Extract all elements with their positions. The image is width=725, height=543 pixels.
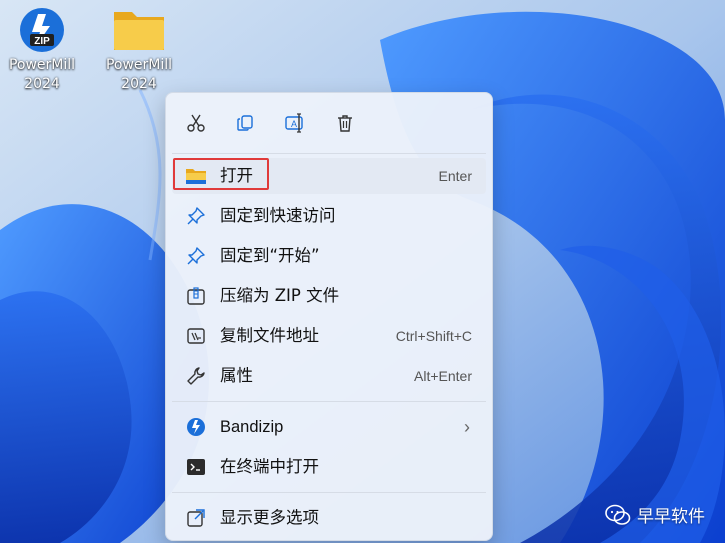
menu-item-shortcut: Ctrl+Shift+C [395,328,472,344]
menu-item-label: 压缩为 ZIP 文件 [220,286,340,305]
menu-item-shortcut: Alt+Enter [414,368,472,384]
svg-text:A: A [291,119,297,129]
desktop-icon-powermill-folder[interactable]: PowerMill 2024 [97,6,181,94]
copy-icon [237,115,253,131]
chevron-right-icon: › [464,417,470,437]
menu-item-pin-start[interactable]: 固定到“开始” [172,238,486,274]
rename-icon: A [285,113,303,133]
copy-path-icon [185,325,207,347]
folder-icon [114,12,164,50]
menu-item-compress-zip[interactable]: 压缩为 ZIP 文件 [172,278,486,314]
zip-folder-icon [185,285,207,307]
wechat-icon [605,504,631,525]
menu-item-label: 属性 [220,366,253,385]
menu-item-open-in-terminal[interactable]: 在终端中打开 [172,449,486,485]
scissors-icon [187,114,205,132]
copy-button[interactable] [229,107,261,139]
delete-button[interactable] [329,107,361,139]
annotation-highlight-box [173,158,269,190]
menu-item-label: Bandizip [220,418,284,436]
cut-button[interactable] [180,107,212,139]
rename-button[interactable]: A [279,107,311,139]
menu-item-label: 固定到“开始” [220,246,320,265]
context-menu-toolbar: A [166,93,492,151]
pin-icon [185,205,207,227]
desktop-icon-label: PowerMill 2024 [105,57,173,92]
menu-item-bandizip[interactable]: Bandizip › [172,409,486,445]
watermark-text: 早早软件 [637,507,705,527]
bandizip-icon [185,416,207,438]
menu-separator [172,153,486,154]
wrench-icon [185,365,207,387]
zip-archive-icon: ZIP [20,8,64,52]
menu-item-label: 复制文件地址 [220,326,319,345]
menu-item-label: 显示更多选项 [220,508,319,527]
menu-item-copy-path[interactable]: 复制文件地址 Ctrl+Shift+C [172,318,486,354]
menu-item-properties[interactable]: 属性 Alt+Enter [172,358,486,394]
more-options-icon [185,507,207,529]
trash-icon [338,115,352,132]
desktop-icon-powermill-zip[interactable]: ZIP PowerMill 2024 [0,6,84,94]
menu-item-pin-quick-access[interactable]: 固定到快速访问 [172,198,486,234]
svg-text:ZIP: ZIP [34,36,50,47]
menu-item-show-more-options[interactable]: 显示更多选项 [172,500,486,536]
watermark: 早早软件 [605,502,705,527]
terminal-icon [185,456,207,478]
pin-icon [185,245,207,267]
desktop-icon-label: PowerMill 2024 [8,57,76,92]
menu-item-label: 固定到快速访问 [220,206,336,225]
menu-separator [172,492,486,493]
menu-item-label: 在终端中打开 [220,457,319,476]
menu-separator [172,401,486,402]
menu-item-shortcut: Enter [438,168,472,184]
